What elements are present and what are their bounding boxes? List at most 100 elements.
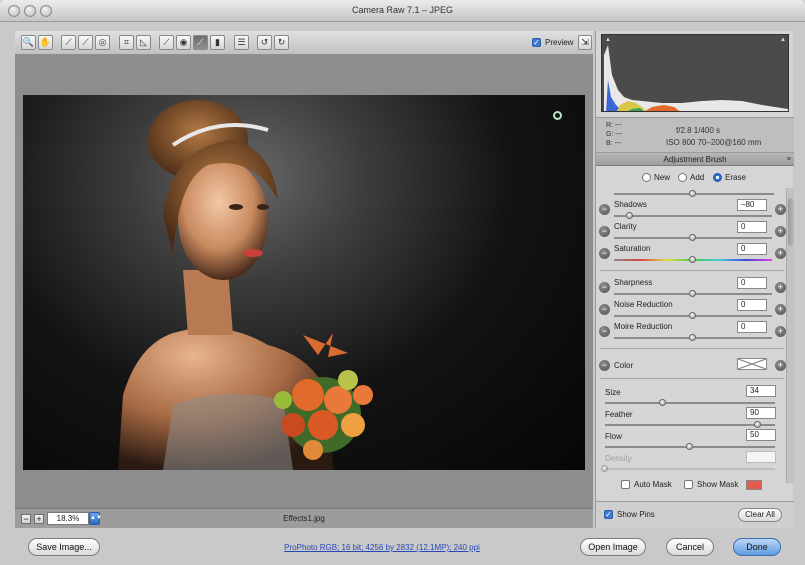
sharpness-plus-button[interactable]: + [775, 282, 786, 293]
open-image-button[interactable]: Open Image [580, 538, 646, 556]
mask-color-swatch[interactable] [746, 480, 762, 490]
histogram: ▲ ▲ [601, 34, 789, 112]
panel-title: Adjustment Brush ≡ [596, 153, 794, 166]
adjustment-brush-tool[interactable]: ⟋ [193, 35, 208, 50]
cancel-button[interactable]: Cancel [666, 538, 714, 556]
eyedropper-icon: ⟋ [65, 37, 72, 47]
adjustment-scroll-area: − Shadows –80 + − Clarity 0 + − Saturati… [596, 188, 794, 483]
saturation-plus-button[interactable]: + [775, 248, 786, 259]
sharpness-value-field[interactable]: 0 [737, 277, 767, 289]
adjustment-pin-icon[interactable] [553, 111, 562, 120]
shadows-plus-button[interactable]: + [775, 204, 786, 215]
done-button[interactable]: Done [733, 538, 781, 556]
color-plus-button[interactable]: + [775, 360, 786, 371]
highlight-clipping-icon[interactable]: ▲ [780, 37, 788, 43]
mode-erase-radio[interactable] [713, 173, 722, 182]
rotate-ccw-tool[interactable]: ↺ [257, 35, 272, 50]
flow-value-field[interactable]: 50 [746, 429, 776, 441]
size-value-field[interactable]: 34 [746, 385, 776, 397]
crop-tool[interactable]: ⌗ [119, 35, 134, 50]
sharpness-minus-button[interactable]: − [599, 282, 610, 293]
noise-reduction-plus-button[interactable]: + [775, 304, 786, 315]
shadows-value-field[interactable]: –80 [737, 199, 767, 211]
shadows-slider-track[interactable] [614, 215, 772, 217]
size-slider-track[interactable] [605, 402, 775, 404]
moire-reduction-minus-button[interactable]: − [599, 326, 610, 337]
exposure-slider-thumb[interactable] [689, 190, 696, 197]
clarity-minus-button[interactable]: − [599, 226, 610, 237]
lips-shape [243, 249, 263, 257]
saturation-value-field[interactable]: 0 [737, 243, 767, 255]
file-name: Effects1.jpg [283, 514, 325, 523]
hand-tool[interactable]: ✋ [38, 35, 53, 50]
fullscreen-icon: ⇲ [581, 37, 589, 47]
preferences-tool[interactable]: ☰ [234, 35, 249, 50]
show-pins-label: Show Pins [617, 510, 655, 519]
feather-slider-track[interactable] [605, 424, 775, 426]
color-minus-button[interactable]: − [599, 360, 610, 371]
fullscreen-button[interactable]: ⇲ [578, 35, 592, 50]
white-balance-tool[interactable]: ⟋ [61, 35, 76, 50]
mode-new-radio[interactable] [642, 173, 651, 182]
clarity-value-field[interactable]: 0 [737, 221, 767, 233]
flow-slider-thumb[interactable] [686, 443, 693, 450]
size-slider-thumb[interactable] [658, 399, 666, 406]
graduated-filter-tool[interactable]: ▮ [210, 35, 225, 50]
noise-reduction-label: Noise Reduction [614, 300, 673, 309]
show-pins-checkbox[interactable]: ✓ [604, 510, 613, 519]
zoom-tool[interactable]: 🔍 [21, 35, 36, 50]
saturation-minus-button[interactable]: − [599, 248, 610, 259]
preview-checkbox[interactable]: ✓ [532, 38, 541, 47]
spot-removal-tool[interactable]: ⟋ [159, 35, 174, 50]
moire-reduction-value-field[interactable]: 0 [737, 321, 767, 333]
noise-reduction-slider-thumb[interactable] [689, 312, 696, 319]
sharpness-slider-thumb[interactable] [689, 290, 696, 297]
panel-scrollbar-thumb[interactable] [788, 198, 794, 246]
feather-slider-thumb[interactable] [754, 421, 761, 428]
spot-removal-icon: ⟋ [163, 37, 170, 47]
noise-reduction-value-field[interactable]: 0 [737, 299, 767, 311]
camera-raw-window: Camera Raw 7.1 – JPEG 🔍 ✋ ⟋ ⟋ ◎ ⌗ ◺ ⟋ ◉ … [0, 0, 805, 565]
color-swatch[interactable] [737, 358, 767, 370]
preferences-icon: ☰ [237, 37, 246, 47]
shadows-slider-thumb[interactable] [625, 212, 633, 219]
panel-scrollbar[interactable] [786, 188, 794, 483]
moire-reduction-label: Moire Reduction [614, 322, 673, 331]
panel-menu-icon[interactable]: ≡ [787, 153, 791, 166]
eye-shape [229, 204, 243, 210]
save-image-button[interactable]: Save Image... [28, 538, 100, 556]
clear-all-button[interactable]: Clear All [738, 508, 782, 522]
shadows-minus-button[interactable]: − [599, 204, 610, 215]
red-eye-tool[interactable]: ◉ [176, 35, 191, 50]
sharpness-label: Sharpness [614, 278, 653, 287]
auto-mask-checkbox[interactable] [621, 480, 630, 489]
rotate-cw-tool[interactable]: ↻ [274, 35, 289, 50]
moire-reduction-plus-button[interactable]: + [775, 326, 786, 337]
iso-lens-info: ISO 800 70–200@160 mm [666, 138, 762, 147]
show-mask-checkbox[interactable] [684, 480, 693, 489]
mode-erase-label: Erase [725, 173, 746, 182]
density-slider-track [605, 468, 775, 470]
color-sampler-icon: ⟋ [82, 37, 89, 47]
targeted-adjustment-tool[interactable]: ◎ [95, 35, 110, 50]
saturation-slider-thumb[interactable] [689, 256, 696, 263]
density-label: Density [605, 454, 632, 463]
workflow-options-link[interactable]: ProPhoto RGB; 16 bit; 4256 by 2832 (12.1… [210, 543, 554, 552]
clarity-slider-thumb[interactable] [689, 234, 696, 241]
shadow-clipping-icon[interactable]: ▲ [605, 37, 613, 43]
clarity-label: Clarity [614, 222, 637, 231]
b-value: B: --- [606, 140, 622, 147]
show-mask-label: Show Mask [697, 480, 739, 489]
eye-shape [257, 204, 269, 210]
feather-value-field[interactable]: 90 [746, 407, 776, 419]
color-sampler-tool[interactable]: ⟋ [78, 35, 93, 50]
feather-label: Feather [605, 410, 633, 419]
clarity-plus-button[interactable]: + [775, 226, 786, 237]
photo-preview[interactable] [23, 95, 585, 470]
mode-add-radio[interactable] [678, 173, 687, 182]
noise-reduction-minus-button[interactable]: − [599, 304, 610, 315]
straighten-tool[interactable]: ◺ [136, 35, 151, 50]
moire-reduction-slider-thumb[interactable] [689, 334, 696, 341]
rgb-readout: R: --- G: --- B: --- f/2.8 1/400 s ISO 8… [596, 117, 794, 153]
rotate-left-icon: ↺ [260, 37, 269, 47]
